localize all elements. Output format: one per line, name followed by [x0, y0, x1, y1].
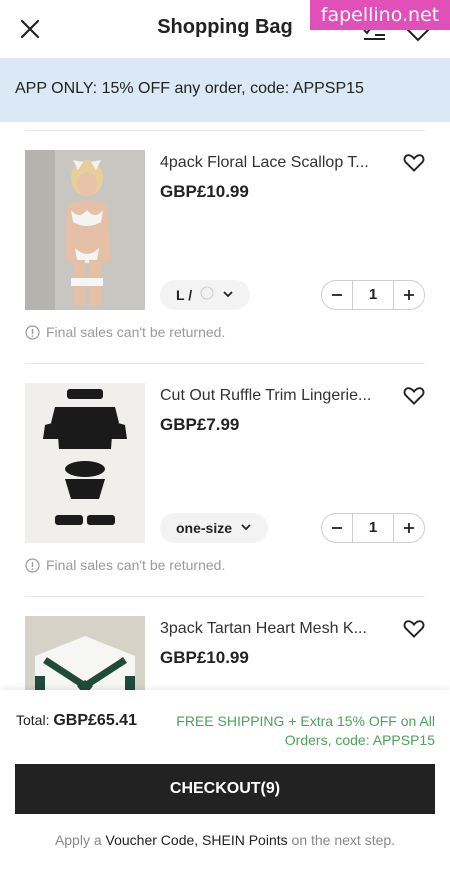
divider	[25, 130, 425, 131]
wishlist-heart-icon[interactable]	[402, 383, 426, 407]
total-value: GBP£65.41	[53, 712, 137, 729]
quantity-value[interactable]: 1	[352, 514, 394, 542]
final-sale-notice: Final sales can't be returned.	[25, 557, 225, 573]
size-label: L /	[176, 287, 193, 303]
decrease-button[interactable]	[322, 514, 352, 542]
size-selector[interactable]: L /	[160, 280, 251, 310]
size-selector[interactable]: one-size	[160, 513, 269, 543]
product-price: GBP£10.99	[160, 648, 249, 667]
promo-text: APP ONLY: 15% OFF any order, code: APPSP…	[15, 80, 364, 97]
promo-banner[interactable]: APP ONLY: 15% OFF any order, code: APPSP…	[0, 58, 450, 122]
quantity-stepper: 1	[321, 513, 425, 543]
wishlist-heart-icon[interactable]	[402, 616, 426, 640]
info-icon	[25, 324, 40, 340]
final-sale-notice: Final sales can't be returned.	[25, 324, 225, 340]
product-name[interactable]: Cut Out Ruffle Trim Lingerie...	[160, 387, 390, 405]
chevron-down-icon	[222, 280, 234, 310]
order-total: Total: GBP£65.41	[16, 712, 137, 730]
total-label: Total:	[16, 712, 50, 728]
color-swatch-icon	[200, 280, 214, 310]
notice-text: Final sales can't be returned.	[46, 557, 226, 573]
checkout-footer: Total: GBP£65.41 FREE SHIPPING + Extra 1…	[0, 690, 450, 879]
wishlist-heart-icon[interactable]	[402, 150, 426, 174]
increase-button[interactable]	[394, 281, 424, 309]
decrease-button[interactable]	[322, 281, 352, 309]
voucher-hint: Apply a Voucher Code, SHEIN Points on th…	[0, 832, 450, 848]
voucher-link[interactable]: Voucher Code, SHEIN Points	[106, 832, 288, 848]
size-label: one-size	[176, 520, 233, 536]
notice-text: Final sales can't be returned.	[46, 324, 226, 340]
product-image[interactable]	[25, 150, 145, 310]
quantity-value[interactable]: 1	[352, 281, 394, 309]
divider	[25, 363, 425, 364]
app-header: Shopping Bag fapellino.net	[0, 0, 450, 58]
product-image[interactable]	[25, 383, 145, 543]
info-icon	[25, 557, 40, 573]
watermark: fapellino.net	[310, 0, 450, 30]
voucher-suffix: on the next step.	[287, 832, 396, 848]
cart-item: Cut Out Ruffle Trim Lingerie... GBP£7.99…	[0, 363, 450, 595]
product-name[interactable]: 4pack Floral Lace Scallop T...	[160, 154, 390, 172]
quantity-stepper: 1	[321, 280, 425, 310]
product-price: GBP£10.99	[160, 182, 249, 201]
voucher-prefix: Apply a	[54, 832, 106, 848]
cart-item: 4pack Floral Lace Scallop T... GBP£10.99…	[0, 130, 450, 362]
product-name[interactable]: 3pack Tartan Heart Mesh K...	[160, 620, 390, 638]
free-shipping-promo: FREE SHIPPING + Extra 15% OFF on All Ord…	[176, 713, 435, 748]
increase-button[interactable]	[394, 514, 424, 542]
checkout-button[interactable]: CHECKOUT(9)	[15, 764, 435, 814]
divider	[25, 596, 425, 597]
product-price: GBP£7.99	[160, 415, 240, 434]
chevron-down-icon	[240, 513, 252, 543]
